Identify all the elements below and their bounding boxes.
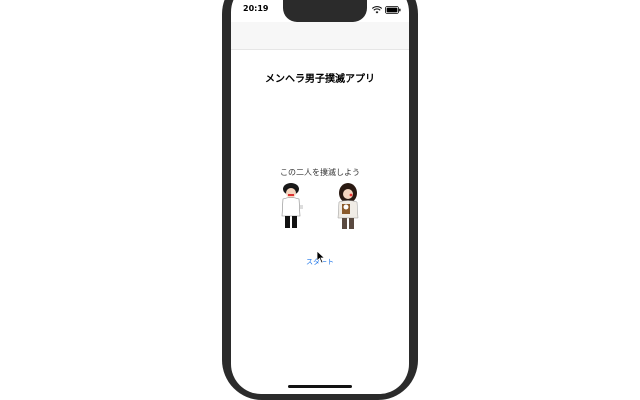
battery-icon bbox=[385, 6, 401, 14]
boy-character bbox=[281, 183, 303, 228]
subtitle: この二人を撲滅しよう bbox=[280, 168, 360, 177]
mouse-cursor-icon bbox=[316, 250, 326, 264]
status-icons bbox=[372, 5, 401, 15]
phone-screen: 20:19 メンヘラ男子撲滅アプリ この二人を撲滅しよう スタート bbox=[231, 0, 409, 394]
navigation-bar bbox=[231, 22, 409, 50]
status-time: 20:19 bbox=[243, 4, 269, 13]
wifi-icon bbox=[372, 6, 382, 14]
status-bar: 20:19 bbox=[231, 0, 409, 22]
home-indicator bbox=[288, 385, 352, 388]
characters-illustration bbox=[281, 183, 359, 229]
girl-character bbox=[337, 183, 359, 229]
app-title: メンヘラ男子撲滅アプリ bbox=[265, 74, 375, 85]
stage: 20:19 メンヘラ男子撲滅アプリ この二人を撲滅しよう スタート bbox=[0, 0, 640, 400]
